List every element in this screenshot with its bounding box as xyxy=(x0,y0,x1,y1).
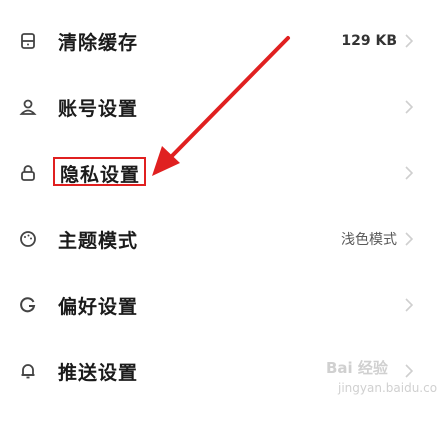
settings-item-label: 推送设置 xyxy=(58,361,139,384)
settings-item-label: 主题模式 xyxy=(58,229,139,252)
storage-icon xyxy=(18,31,38,51)
lock-icon xyxy=(18,163,38,183)
settings-item-account[interactable]: 账号设置 xyxy=(0,79,437,135)
watermark: Bai 经验 jingyan.baidu.com xyxy=(318,355,437,407)
palette-icon xyxy=(18,229,38,249)
cache-size-value: 129 KB xyxy=(341,33,397,49)
bell-icon xyxy=(18,361,38,381)
watermark-logo-text: Bai 经验 xyxy=(326,359,388,377)
watermark-url: jingyan.baidu.com xyxy=(338,381,437,395)
chevron-right-icon xyxy=(405,232,413,246)
settings-item-clear-cache[interactable]: 清除缓存 129 KB xyxy=(0,13,437,69)
chevron-right-icon xyxy=(405,166,413,180)
settings-item-label: 偏好设置 xyxy=(58,295,139,318)
preference-icon xyxy=(18,295,38,315)
theme-mode-value: 浅色模式 xyxy=(341,232,397,248)
user-icon xyxy=(18,97,38,117)
settings-item-theme[interactable]: 主题模式 浅色模式 xyxy=(0,211,437,267)
settings-item-preference[interactable]: 偏好设置 xyxy=(0,277,437,333)
highlight-box xyxy=(53,157,146,186)
chevron-right-icon xyxy=(405,34,413,48)
settings-item-label: 账号设置 xyxy=(58,97,139,120)
chevron-right-icon xyxy=(405,100,413,114)
settings-item-label: 清除缓存 xyxy=(58,31,139,54)
chevron-right-icon xyxy=(405,298,413,312)
